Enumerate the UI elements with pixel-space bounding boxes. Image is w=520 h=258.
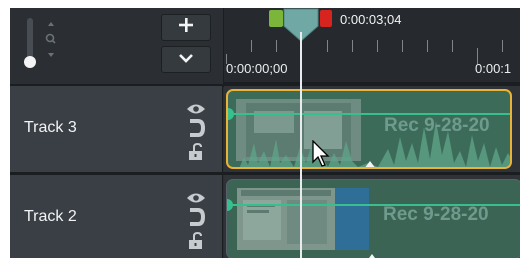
magnet-icon[interactable] bbox=[186, 119, 206, 142]
media-clip[interactable]: Rec 9-28-20 bbox=[226, 89, 512, 169]
eye-icon[interactable] bbox=[186, 102, 206, 120]
ruler-tick bbox=[377, 40, 378, 52]
clip-title: Rec 9-28-20 bbox=[383, 204, 489, 225]
more-options-button[interactable] bbox=[161, 46, 211, 73]
ruler-tick bbox=[427, 40, 428, 52]
timeline-header-controls bbox=[10, 8, 224, 84]
plus-icon bbox=[178, 17, 194, 38]
eye-icon[interactable] bbox=[186, 191, 206, 209]
playhead-line[interactable] bbox=[300, 32, 302, 258]
track-header-3[interactable]: Track 3 bbox=[10, 86, 223, 172]
ruler-tick bbox=[402, 40, 403, 52]
clip-expand-handle[interactable] bbox=[365, 250, 379, 258]
zoom-slider-thumb[interactable] bbox=[24, 56, 36, 68]
clip-thumbnail-segment bbox=[335, 188, 369, 250]
lock-icon[interactable] bbox=[186, 142, 206, 166]
ruler-tick bbox=[276, 40, 277, 52]
mouse-cursor-icon bbox=[312, 139, 332, 173]
track-name[interactable]: Track 3 bbox=[24, 119, 77, 137]
ruler-time-start: 0:00:00;00 bbox=[226, 61, 288, 76]
timeline-panel: 0:00:00;00 0:00:1 0:00:03;04 Track 3 Rec… bbox=[10, 8, 520, 258]
clip-title: Rec 9-28-20 bbox=[384, 115, 490, 136]
track-lane-3[interactable]: Rec 9-28-20 bbox=[224, 86, 520, 172]
media-clip[interactable]: Rec 9-28-20 bbox=[226, 179, 520, 258]
ruler-tick bbox=[352, 40, 353, 52]
playhead-time: 0:00:03;04 bbox=[340, 12, 402, 27]
timeline-ruler[interactable]: 0:00:00;00 0:00:1 0:00:03;04 bbox=[224, 8, 520, 84]
ruler-tick bbox=[452, 40, 453, 52]
clip-expand-handle[interactable] bbox=[363, 157, 377, 167]
ruler-tick bbox=[502, 40, 503, 52]
track-row-3: Track 3 Rec 9-28-20 bbox=[10, 86, 520, 172]
ruler-time-next: 0:00:1 bbox=[475, 61, 512, 76]
chevron-down-icon bbox=[178, 51, 194, 69]
track-header-2[interactable]: Track 2 bbox=[10, 175, 223, 258]
track-name[interactable]: Track 2 bbox=[24, 208, 77, 226]
ruler-tick bbox=[251, 40, 252, 52]
track-row-2: Track 2 Rec 9-28-20 bbox=[10, 175, 520, 258]
clip-thumbnail bbox=[237, 188, 335, 250]
zoom-icon bbox=[44, 20, 58, 65]
add-track-button[interactable] bbox=[161, 14, 211, 41]
ruler-tick bbox=[327, 40, 328, 52]
lock-icon[interactable] bbox=[186, 231, 206, 255]
clip-volume-handle[interactable] bbox=[227, 199, 233, 211]
in-point-marker[interactable] bbox=[269, 10, 283, 27]
out-point-marker[interactable] bbox=[320, 10, 332, 27]
track-lane-2[interactable]: Rec 9-28-20 bbox=[224, 175, 520, 258]
magnet-icon[interactable] bbox=[186, 208, 206, 231]
